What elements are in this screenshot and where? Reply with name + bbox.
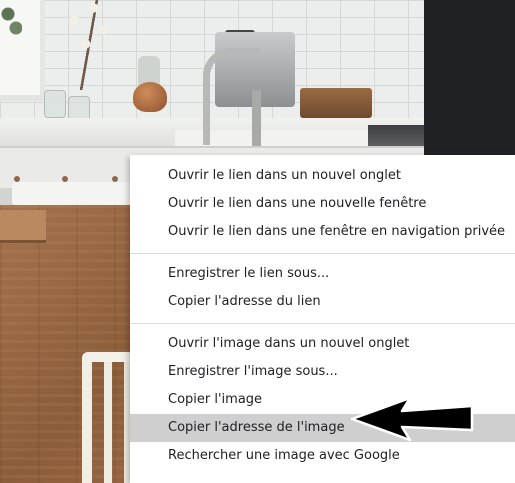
menu-item-open-link-new-tab[interactable]: Ouvrir le lien dans un nouvel onglet — [130, 162, 515, 190]
menu-item-open-link-incognito[interactable]: Ouvrir le lien dans une fenêtre en navig… — [130, 218, 515, 246]
menu-item-open-link-new-window[interactable]: Ouvrir le lien dans une nouvelle fenêtre — [130, 190, 515, 218]
menu-separator — [130, 323, 515, 324]
menu-item-search-image-google[interactable]: Rechercher une image avec Google — [130, 442, 515, 470]
menu-item-save-image-as[interactable]: Enregistrer l'image sous... — [130, 358, 515, 386]
wooden-tray — [300, 88, 372, 118]
menu-item-open-image-new-tab[interactable]: Ouvrir l'image dans un nouvel onglet — [130, 330, 515, 358]
menu-separator — [130, 253, 515, 254]
menu-item-copy-link-address[interactable]: Copier l'adresse du lien — [130, 288, 515, 316]
plant-left — [0, 0, 22, 40]
glass-jar — [44, 90, 66, 118]
cutting-board — [0, 210, 46, 240]
menu-item-save-link-as[interactable]: Enregistrer le lien sous... — [130, 260, 515, 288]
chair — [82, 352, 134, 483]
arrow-left-icon — [350, 396, 474, 442]
cotton-stems-vase — [64, 0, 114, 90]
faucet-post — [252, 90, 261, 150]
copper-kettle — [133, 82, 167, 112]
